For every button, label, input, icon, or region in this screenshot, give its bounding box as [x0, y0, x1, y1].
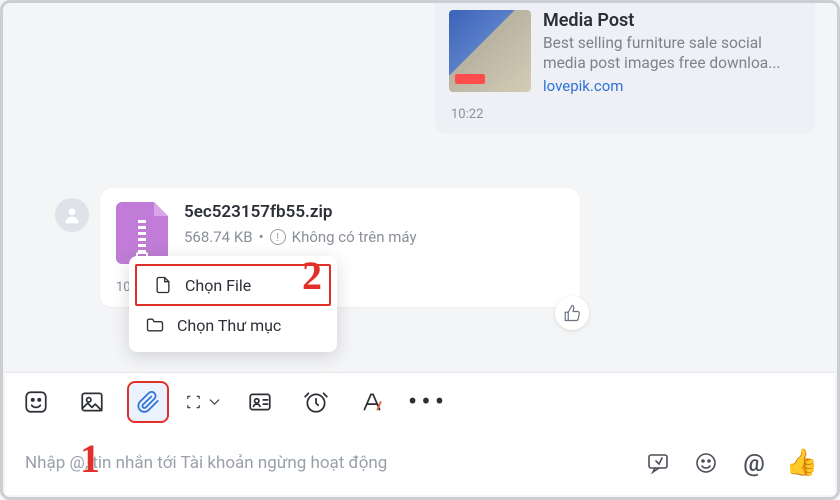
thumbs-up-icon — [563, 304, 581, 322]
image-button[interactable] — [73, 383, 111, 421]
sticker-button[interactable] — [17, 383, 55, 421]
annotation-one: 1 — [80, 435, 100, 482]
info-icon: ! — [270, 229, 286, 245]
file-size: 568.74 KB — [184, 228, 253, 246]
message-input[interactable]: Nhập @, tin nhắn tới Tài khoản ngừng hoạ… — [25, 453, 645, 473]
quick-reply-button[interactable] — [645, 450, 671, 476]
file-icon — [153, 275, 173, 295]
link-preview-card[interactable]: Media Post Best selling furniture sale s… — [435, 0, 815, 134]
zip-file-icon — [116, 202, 168, 264]
format-button[interactable] — [353, 383, 391, 421]
file-meta: 568.74 KB • ! Không có trên máy — [184, 228, 417, 246]
composer-toolbar: ••• — [5, 372, 835, 430]
choose-folder-item[interactable]: Chọn Thư mục — [129, 306, 337, 344]
attach-button[interactable] — [129, 383, 167, 421]
choose-file-label: Chọn File — [185, 276, 251, 295]
composer-input-row: Nhập @, tin nhắn tới Tài khoản ngừng hoạ… — [5, 430, 835, 495]
ellipsis-icon: ••• — [408, 385, 448, 418]
message-time: 10:22 — [449, 107, 801, 122]
mention-button[interactable]: @ — [741, 450, 767, 476]
choose-folder-label: Chọn Thư mục — [177, 316, 281, 335]
more-button[interactable]: ••• — [409, 383, 447, 421]
send-like-button[interactable]: 👍 — [789, 450, 815, 476]
person-icon — [62, 205, 82, 225]
file-name: 5ec523157fb55.zip — [184, 202, 417, 222]
link-preview-title: Media Post — [543, 10, 801, 31]
folder-icon — [145, 315, 165, 335]
link-preview-thumbnail — [449, 10, 531, 92]
annotation-two: 2 — [302, 252, 322, 299]
reminder-button[interactable] — [297, 383, 335, 421]
reaction-button[interactable] — [555, 296, 589, 330]
avatar — [55, 198, 89, 232]
emoji-button[interactable] — [693, 450, 719, 476]
contact-card-button[interactable] — [241, 383, 279, 421]
chevron-down-icon — [206, 389, 223, 415]
link-preview-description: Best selling furniture sale social media… — [543, 33, 801, 73]
link-preview-domain: lovepik.com — [543, 77, 801, 95]
screenshot-button[interactable] — [185, 383, 223, 421]
file-status: Không có trên máy — [292, 228, 417, 246]
